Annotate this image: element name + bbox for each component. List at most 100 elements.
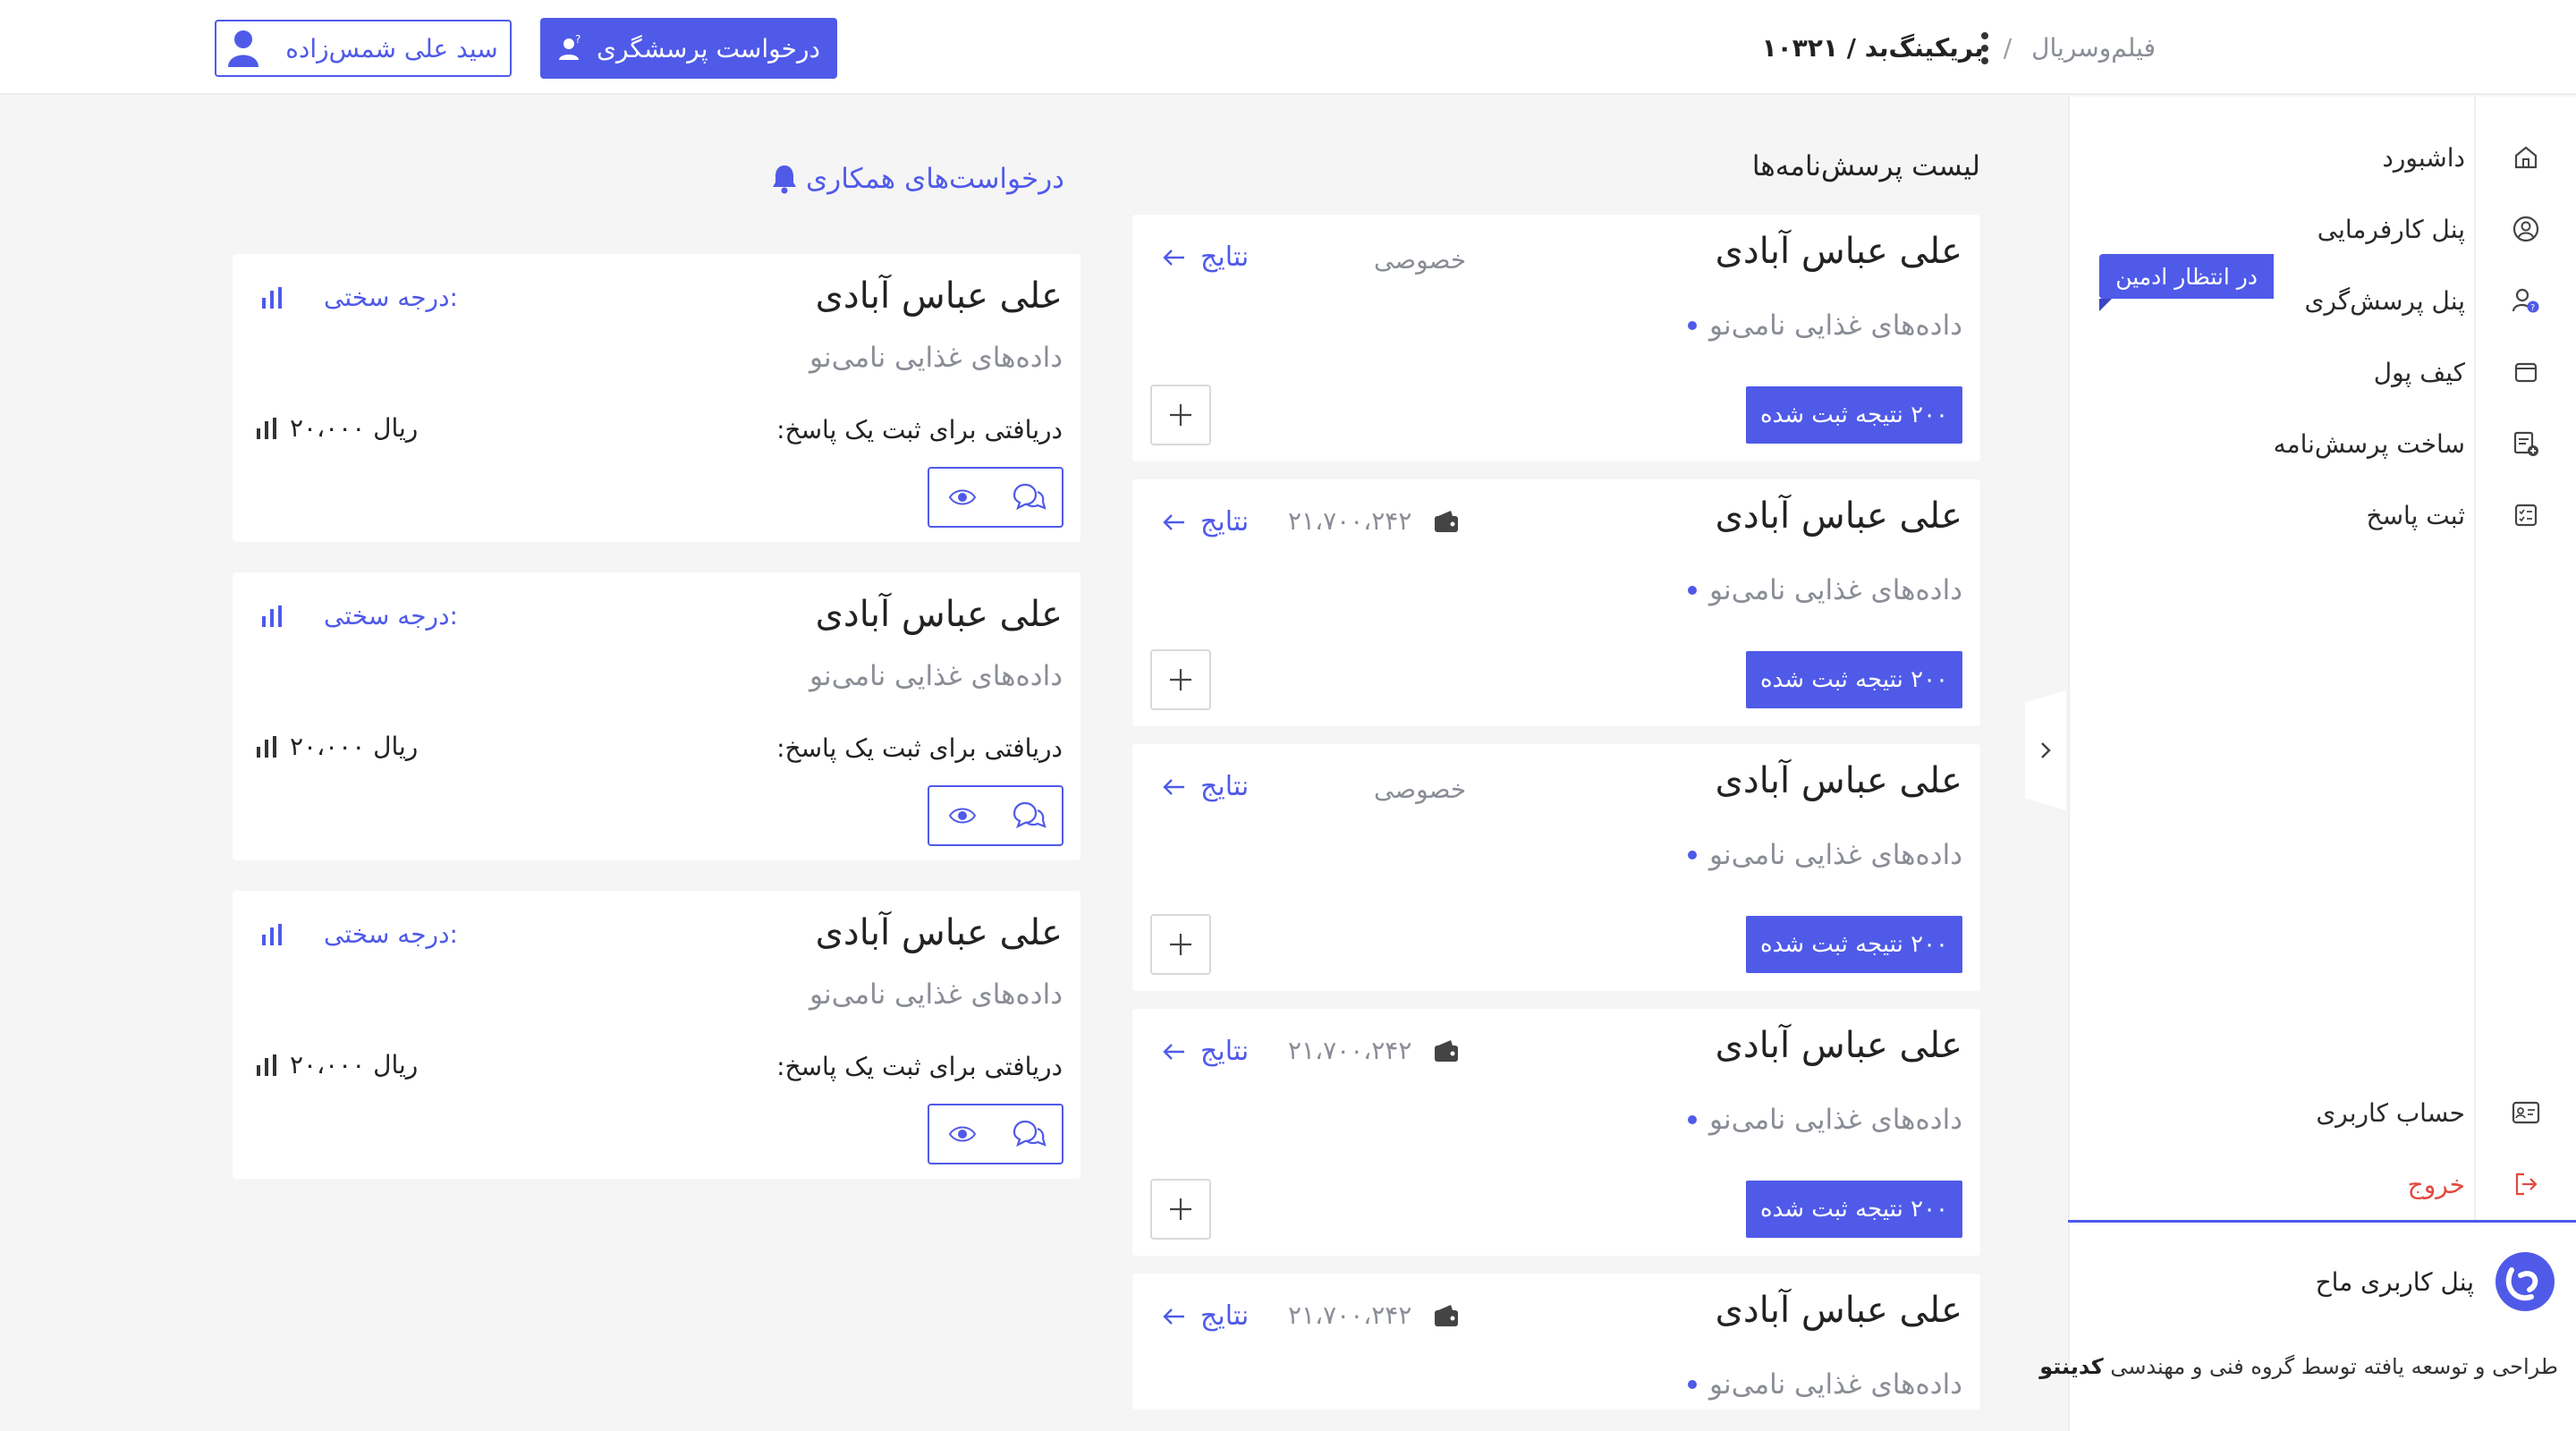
home-icon [2514, 146, 2538, 169]
questionnaire-card: علی عباس آبادی داده‌های غذایی نامی‌نو ۲۰۰ … [1132, 1009, 1980, 1256]
results-link[interactable]: نتایج [1161, 241, 1249, 273]
difficulty-label: درجه سختی: [324, 601, 458, 631]
sidebar-item-dashboard[interactable]: داشبورد [2068, 131, 2576, 184]
difficulty: درجه سختی: [259, 919, 458, 949]
arrow-left-icon [1163, 1308, 1184, 1325]
signal-bars-icon [262, 923, 282, 945]
questionnaire-card: علی عباس آبادی داده‌های غذایی نامی‌نو ۲۰۰ … [1132, 744, 1980, 991]
credit-text: طراحی و توسعه یافته توسط گروه فنی و مهند… [2110, 1354, 2558, 1379]
card-actions [928, 467, 1063, 528]
questionnaire-list-title: لیست پرسش‌نامه‌ها [1751, 150, 1980, 182]
questionnaire-subtitle: داده‌های غذایی نامی‌نو [1688, 839, 1962, 871]
chat-button[interactable] [996, 787, 1062, 844]
pending-admin-badge: در انتظار ادمین [2099, 254, 2274, 311]
collaboration-subtitle: داده‌های غذایی نامی‌نو [809, 342, 1063, 374]
results-label: نتایج [1200, 506, 1250, 538]
results-count-button[interactable]: ۲۰۰ نتیجه ثبت شده [1746, 386, 1962, 444]
sidebar-item-label: ساخت پرسش‌نامه [2273, 428, 2465, 459]
questionnaire-title: علی عباس آبادی [1715, 760, 1962, 801]
card-actions [928, 1104, 1063, 1164]
breadcrumb: فیلم‌وسریال / بریکینگ‌بد / ۱۰۳۲۱ [1762, 29, 2156, 66]
collaboration-card: علی عباس آبادی داده‌های غذایی نامی‌نو در… [233, 891, 1080, 1179]
svg-text:?: ? [2530, 303, 2535, 313]
plus-icon [1170, 934, 1191, 955]
credit-company[interactable]: کدینتو [2039, 1354, 2103, 1379]
breadcrumb-root[interactable]: فیلم‌وسریال [2031, 33, 2156, 63]
wallet-icon [1435, 1039, 1459, 1062]
checklist-icon [2514, 504, 2538, 527]
breadcrumb-current: بریکینگ‌بد / ۱۰۳۲۱ [1761, 32, 1984, 63]
view-button[interactable] [929, 469, 996, 526]
view-button[interactable] [929, 1105, 996, 1163]
more-options-icon[interactable] [1971, 29, 1998, 68]
questionnaire-title: علی عباس آبادی [1715, 231, 1962, 272]
sidebar-item-label: حساب کاربری [2316, 1097, 2465, 1128]
sidebar-item-employer-panel[interactable]: پنل کارفرمایی [2068, 202, 2576, 256]
questionnaire-card: علی عباس آبادی داده‌های غذایی نامی‌نو ۲۰۰ … [1132, 479, 1980, 726]
wallet-icon [2514, 362, 2538, 383]
difficulty: درجه سختی: [259, 601, 458, 631]
signal-bars-icon [262, 605, 282, 627]
questionnaire-subtitle-text: داده‌های غذایی نامی‌نو [1709, 309, 1962, 342]
eye-icon [948, 489, 977, 505]
plus-icon [1170, 404, 1191, 426]
sidebar-item-label: خروج [2407, 1169, 2465, 1199]
results-count-button[interactable]: ۲۰۰ نتیجه ثبت شده [1746, 1181, 1962, 1238]
sidebar-toggle-button[interactable] [2025, 690, 2066, 810]
sidebar-divider [2474, 97, 2476, 1224]
brand-logo-icon [2496, 1252, 2555, 1311]
results-count-button[interactable]: ۲۰۰ نتیجه ثبت شده [1746, 916, 1962, 973]
results-link[interactable]: نتایج [1161, 771, 1249, 802]
results-link[interactable]: نتایج [1161, 506, 1249, 538]
results-link[interactable]: نتایج [1161, 1300, 1249, 1332]
payment-amount-value: ۲۰،۰۰۰ ریال [290, 732, 419, 761]
top-bar: فیلم‌وسریال / بریکینگ‌بد / ۱۰۳۲۱ درخواست… [0, 0, 2576, 95]
add-button[interactable] [1150, 649, 1211, 710]
questionnaire-card: علی عباس آبادی داده‌های غذایی نامی‌نو ۲۰۰ … [1132, 215, 1980, 461]
breadcrumb-separator: / [2003, 32, 2012, 63]
sidebar-item-wallet[interactable]: کیف پول [2068, 345, 2576, 399]
arrow-left-icon [1163, 778, 1184, 795]
add-button[interactable] [1150, 914, 1211, 975]
arrow-left-icon [1163, 249, 1184, 266]
sidebar-item-account[interactable]: حساب کاربری [2068, 1086, 2576, 1139]
chat-button[interactable] [996, 469, 1062, 526]
sidebar-item-create-questionnaire[interactable]: ساخت پرسش‌نامه [2068, 417, 2576, 470]
payment-label: دریافتی برای ثبت یک پاسخ: [776, 415, 1063, 445]
wallet-icon [1435, 510, 1459, 532]
price-value: ۲۱،۷۰۰،۲۴۲ [1288, 506, 1412, 536]
price-info: ۲۱،۷۰۰،۲۴۲ [1288, 506, 1460, 536]
collaboration-card: علی عباس آبادی داده‌های غذایی نامی‌نو در… [233, 254, 1080, 542]
results-count-button[interactable]: ۲۰۰ نتیجه ثبت شده [1746, 651, 1962, 708]
user-profile-button[interactable]: سید علی شمس‌زاده [215, 20, 512, 77]
payment-amount: ۲۰،۰۰۰ ریال [254, 413, 418, 443]
view-button[interactable] [929, 787, 996, 844]
user-circle-icon [2512, 216, 2539, 242]
sidebar-item-label: داشبورد [2382, 142, 2465, 173]
sidebar: داشبورد پنل کارفرمایی ? پنل پرسش‌گری کیف… [2039, 97, 2576, 1431]
bullet-dot [1688, 1115, 1698, 1124]
collaboration-title: علی عباس آبادی [815, 594, 1063, 635]
chevron-right-icon [2041, 742, 2051, 758]
request-questioning-button[interactable]: درخواست پرسشگری ? [540, 18, 837, 79]
results-link[interactable]: نتایج [1161, 1036, 1249, 1067]
footer-credit: طراحی و توسعه یافته توسط گروه فنی و مهند… [2039, 1354, 2558, 1379]
difficulty-label: درجه سختی: [324, 919, 458, 949]
sidebar-item-submit-answer[interactable]: ثبت پاسخ [2068, 488, 2576, 542]
payment-amount: ۲۰،۰۰۰ ریال [254, 1050, 418, 1080]
collaboration-card: علی عباس آبادی داده‌های غذایی نامی‌نو در… [233, 572, 1080, 860]
sidebar-item-label: کیف پول [2373, 357, 2465, 387]
brand: پنل کاربری ماح [2316, 1250, 2556, 1313]
id-card-icon [2512, 1101, 2540, 1124]
questionnaire-subtitle-text: داده‌های غذایی نامی‌نو [1709, 1104, 1962, 1136]
request-questioning-label: درخواست پرسشگری [597, 33, 820, 64]
chat-icon [1013, 801, 1046, 829]
add-button[interactable] [1150, 385, 1211, 445]
document-add-icon [2513, 431, 2538, 456]
signal-bars-icon [262, 286, 282, 309]
chat-button[interactable] [996, 1105, 1062, 1163]
price-value: ۲۱،۷۰۰،۲۴۲ [1288, 1036, 1412, 1065]
add-button[interactable] [1150, 1179, 1211, 1240]
sidebar-item-logout[interactable]: خروج [2068, 1157, 2576, 1211]
questionnaire-subtitle-text: داده‌های غذایی نامی‌نو [1709, 1368, 1962, 1401]
